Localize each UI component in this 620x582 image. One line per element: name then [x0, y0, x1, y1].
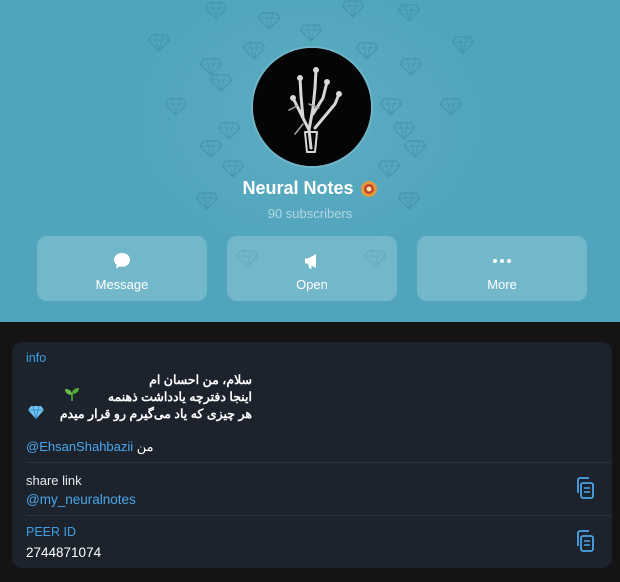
- share-link-value[interactable]: @my_neuralnotes: [26, 492, 136, 507]
- diamond-pattern-icon: [258, 12, 280, 30]
- author-mention-link[interactable]: @EhsanShahbazii: [26, 439, 133, 454]
- diamond-pattern-icon: [300, 24, 322, 42]
- diamond-pattern-icon: [398, 4, 420, 22]
- more-dots-icon: [493, 259, 511, 263]
- peer-id-label: PEER ID: [26, 525, 77, 539]
- author-mention: @EhsanShahbazii من: [26, 439, 154, 455]
- channel-header: Neural Notes 90 subscribers Message Open…: [0, 0, 620, 322]
- bio-line: هر چیزی که یاد می‌گیرم رو قرار میدم: [59, 407, 252, 421]
- channel-avatar[interactable]: [253, 48, 371, 166]
- diamond-pattern-icon: [243, 42, 265, 60]
- diamond-pattern-icon: [452, 36, 474, 54]
- open-button[interactable]: Open: [227, 236, 397, 301]
- diamond-pattern-icon: [222, 160, 244, 178]
- diamond-pattern-icon: [218, 122, 240, 140]
- diamond-pattern-icon: [210, 74, 232, 92]
- chat-bubble-icon: [114, 253, 130, 269]
- diamond-pattern-icon: [356, 42, 378, 60]
- emoji-status-icon: [360, 181, 377, 198]
- diamond-pattern-icon: [205, 2, 227, 20]
- info-section-label: info: [26, 351, 47, 365]
- channel-title: Neural Notes: [242, 178, 354, 198]
- peer-id-value: 2744871074: [26, 545, 102, 560]
- message-button[interactable]: Message: [37, 236, 207, 301]
- diamond-pattern-icon: [165, 98, 187, 116]
- bio-line: سلام، من احسان ام: [149, 373, 252, 387]
- copy-peer-id-icon[interactable]: [574, 529, 596, 553]
- divider: [26, 515, 612, 516]
- diamond-pattern-icon: [148, 34, 170, 52]
- divider: [26, 462, 612, 463]
- diamond-pattern-icon: [342, 0, 364, 18]
- share-link-label: share link: [26, 473, 82, 488]
- diamond-pattern-icon: [378, 160, 400, 178]
- copy-share-link-icon[interactable]: [574, 476, 596, 500]
- diamond-pattern-icon: [393, 122, 415, 140]
- message-button-label: Message: [95, 277, 149, 292]
- megaphone-icon: [305, 254, 316, 269]
- diamond-pattern-icon: [440, 98, 462, 116]
- more-button[interactable]: More: [417, 236, 587, 301]
- author-mention-prefix: من: [136, 439, 154, 454]
- channel-title-row: Neural Notes: [0, 178, 620, 199]
- info-card: info سلام، من احسان ام اینجا دفترچه یادد…: [12, 342, 612, 568]
- subscriber-count: 90 subscribers: [267, 206, 353, 221]
- diamond-pattern-icon: [200, 140, 222, 158]
- diamond-pattern-icon: [400, 58, 422, 76]
- diamond-pattern-icon: [380, 98, 402, 116]
- more-button-label: More: [487, 277, 517, 292]
- open-button-label: Open: [296, 277, 328, 292]
- diamond-pattern-icon: [404, 140, 426, 158]
- skeletal-hand-icon: [253, 48, 371, 166]
- bio-line: اینجا دفترچه یادداشت ذهنمه: [107, 390, 252, 404]
